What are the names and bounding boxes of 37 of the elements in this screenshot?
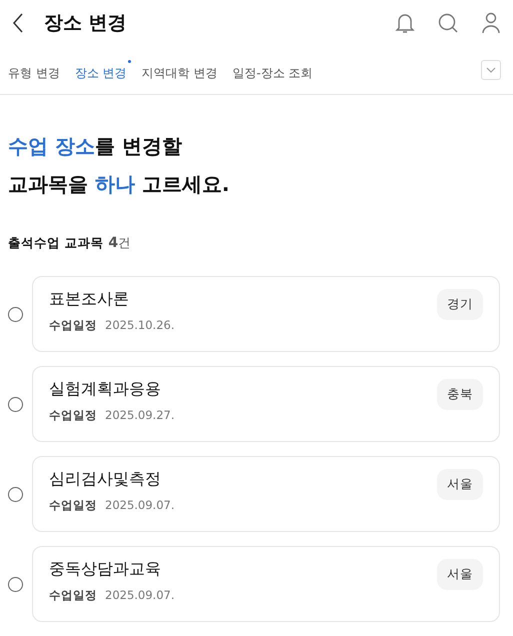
- date-label: 수업일정: [49, 588, 97, 603]
- course-date: 2025.09.07.: [105, 498, 174, 513]
- chevron-down-icon: [486, 67, 496, 73]
- bell-icon[interactable]: [395, 12, 415, 34]
- tab[interactable]: 장소 변경: [74, 58, 132, 82]
- course-name: 표본조사론: [49, 289, 130, 310]
- page-title: 장소 변경: [44, 11, 127, 36]
- tab[interactable]: 일정-장소 조회: [232, 58, 318, 82]
- course-name: 중독상담과교육: [49, 559, 162, 580]
- heading-text: 수업 장소를 변경할: [8, 133, 183, 160]
- date-label: 수업일정: [49, 318, 97, 333]
- date-label: 수업일정: [49, 498, 97, 513]
- user-icon[interactable]: [481, 12, 501, 34]
- course-card[interactable]: 중독상담과교육 수업일정 2025.09.07. 서울: [32, 546, 500, 622]
- course-name: 실험계획과응용: [49, 379, 162, 400]
- course-date: 2025.10.26.: [105, 318, 174, 333]
- course-date: 2025.09.27.: [105, 408, 174, 423]
- region-tag: 경기: [437, 289, 483, 320]
- course-card[interactable]: 실험계획과응용 수업일정 2025.09.27. 충북: [32, 366, 500, 442]
- course-name: 심리검사및측정: [49, 469, 162, 490]
- date-label: 수업일정: [49, 408, 97, 423]
- tab[interactable]: 지역대학 변경: [142, 58, 222, 82]
- course-card[interactable]: 심리검사및측정 수업일정 2025.09.07. 서울: [32, 456, 500, 532]
- course-date: 2025.09.07.: [105, 588, 174, 603]
- tab[interactable]: 유형 변경: [8, 58, 65, 82]
- radio-button[interactable]: [8, 396, 23, 412]
- region-tag: 서울: [437, 469, 483, 500]
- region-tag: 서울: [437, 559, 483, 590]
- course-card[interactable]: 표본조사론 수업일정 2025.10.26. 경기: [32, 276, 500, 352]
- radio-button[interactable]: [8, 576, 23, 592]
- back-icon[interactable]: [12, 13, 24, 33]
- heading-text: 교과목을 하나 고르세요.: [8, 171, 231, 198]
- radio-button[interactable]: [8, 306, 23, 322]
- region-tag: 충북: [437, 379, 483, 410]
- course-count: 출석수업 교과목 4건: [7, 234, 132, 252]
- radio-button[interactable]: [8, 486, 23, 502]
- search-icon[interactable]: [437, 12, 459, 34]
